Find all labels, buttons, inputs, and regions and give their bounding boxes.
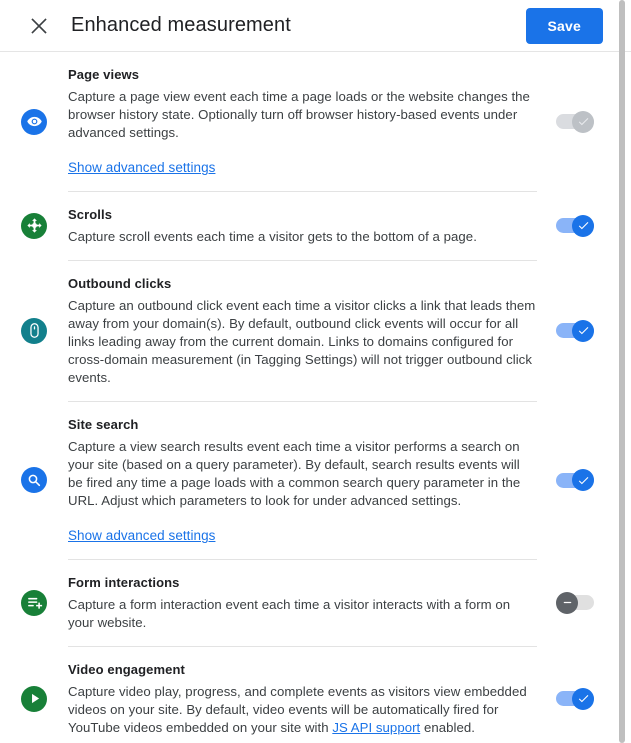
mouse-click-icon [21,318,47,344]
check-icon [577,115,590,128]
show-advanced-settings-link[interactable]: Show advanced settings [68,528,215,543]
setting-content: Scrolls Capture scroll events each time … [68,191,537,260]
icon-cell [0,646,68,743]
icon-cell [0,401,68,559]
form-add-icon [21,590,47,616]
setting-content: Page views Capture a page view event eac… [68,52,537,191]
search-icon [21,467,47,493]
setting-content: Site search Capture a view search result… [68,401,537,559]
toggle-scrolls[interactable] [556,218,594,233]
setting-row-site-search: Site search Capture a view search result… [0,401,613,559]
icon-cell [0,52,68,191]
setting-row-page-views: Page views Capture a page view event eac… [0,52,613,191]
toggle-outbound-clicks[interactable] [556,323,594,338]
panel-header: Enhanced measurement Save [0,0,631,52]
vertical-scrollbar[interactable] [619,0,625,743]
check-icon [577,692,590,705]
check-icon [577,219,590,232]
setting-description: Capture a form interaction event each ti… [68,596,537,632]
setting-content: Video engagement Capture video play, pro… [68,646,537,743]
description-text-after: enabled. [420,720,475,735]
toggle-page-views [556,114,594,129]
setting-row-video-engagement: Video engagement Capture video play, pro… [0,646,613,743]
setting-description: Capture video play, progress, and comple… [68,683,537,737]
eye-icon [21,109,47,135]
setting-description: Capture a page view event each time a pa… [68,88,537,142]
setting-content: Form interactions Capture a form interac… [68,559,537,646]
toggle-knob [572,215,594,237]
setting-description: Capture a view search results event each… [68,438,537,510]
check-icon [577,474,590,487]
setting-title: Outbound clicks [68,275,537,293]
setting-title: Form interactions [68,574,537,592]
icon-cell [0,191,68,260]
enhanced-measurement-panel: Enhanced measurement Save Page views Cap… [0,0,631,743]
toggle-cell [537,646,613,743]
page-title: Enhanced measurement [71,14,291,37]
scroll-diamond-icon [21,213,47,239]
play-icon [21,686,47,712]
toggle-cell [537,52,613,191]
toggle-cell [537,260,613,401]
setting-row-form-interactions: Form interactions Capture a form interac… [0,559,613,646]
close-icon [29,16,49,36]
toggle-cell [537,191,613,260]
icon-cell [0,559,68,646]
check-icon [577,324,590,337]
toggle-knob [572,111,594,133]
setting-title: Site search [68,416,537,434]
toggle-knob [556,592,578,614]
close-button[interactable] [24,11,54,41]
js-api-support-link[interactable]: JS API support [332,720,420,735]
setting-title: Video engagement [68,661,537,679]
toggle-cell [537,401,613,559]
toggle-knob [572,320,594,342]
toggle-knob [572,688,594,710]
setting-row-scrolls: Scrolls Capture scroll events each time … [0,191,613,260]
setting-description: Capture scroll events each time a visito… [68,228,537,246]
show-advanced-settings-link[interactable]: Show advanced settings [68,160,215,175]
toggle-knob [572,469,594,491]
toggle-site-search[interactable] [556,473,594,488]
setting-description: Capture an outbound click event each tim… [68,297,537,387]
toggle-form-interactions[interactable] [556,595,594,610]
setting-content: Outbound clicks Capture an outbound clic… [68,260,537,401]
scrollbar-thumb[interactable] [619,0,625,743]
settings-list: Page views Capture a page view event eac… [0,52,631,743]
save-button[interactable]: Save [526,8,604,44]
icon-cell [0,260,68,401]
setting-row-outbound-clicks: Outbound clicks Capture an outbound clic… [0,260,613,401]
minus-icon [561,596,574,609]
setting-title: Scrolls [68,206,537,224]
toggle-cell [537,559,613,646]
toggle-video-engagement[interactable] [556,691,594,706]
setting-title: Page views [68,66,537,84]
